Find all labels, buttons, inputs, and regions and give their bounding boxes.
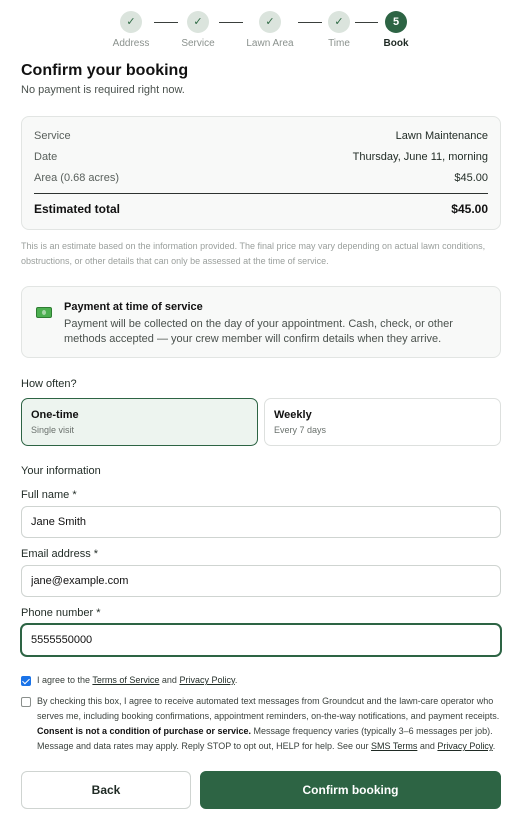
step-label: Lawn Area bbox=[246, 38, 294, 49]
total-value: $45.00 bbox=[451, 202, 488, 216]
progress-stepper: ✓ Address ✓ Service ✓ Lawn Area ✓ Time 5… bbox=[0, 11, 521, 51]
option-subtitle: Single visit bbox=[31, 425, 75, 435]
summary-value: $45.00 bbox=[454, 172, 488, 184]
summary-row: Area (0.68 acres) $45.00 bbox=[34, 172, 488, 184]
email-input[interactable] bbox=[21, 565, 501, 597]
page-title: Confirm your booking bbox=[21, 62, 189, 79]
step-lawn-area[interactable]: ✓ Lawn Area bbox=[235, 11, 305, 49]
sms-text-part: By checking this box, I agree to receive… bbox=[37, 696, 500, 721]
phone-input[interactable] bbox=[21, 624, 501, 656]
step-book: 5 Book bbox=[361, 11, 431, 49]
terms-checkbox[interactable] bbox=[21, 676, 31, 686]
terms-consent-text: I agree to the Terms of Service and Priv… bbox=[37, 673, 507, 688]
sms-consent-checkbox[interactable] bbox=[21, 697, 31, 707]
frequency-label: How often? bbox=[21, 378, 77, 390]
full-name-input[interactable] bbox=[21, 506, 501, 538]
check-icon: ✓ bbox=[120, 11, 142, 33]
summary-row: Date Thursday, June 11, morning bbox=[34, 151, 488, 163]
summary-key: Service bbox=[34, 130, 71, 142]
confirm-booking-button[interactable]: Confirm booking bbox=[200, 771, 501, 809]
privacy-policy-link[interactable]: Privacy Policy bbox=[179, 675, 234, 685]
phone-label: Phone number * bbox=[21, 607, 101, 619]
total-label: Estimated total bbox=[34, 202, 121, 216]
terms-and: and bbox=[159, 675, 180, 685]
step-label: Service bbox=[181, 38, 215, 49]
summary-value: Thursday, June 11, morning bbox=[352, 151, 488, 163]
step-number: 5 bbox=[385, 11, 407, 33]
money-icon bbox=[36, 307, 52, 318]
check-icon: ✓ bbox=[328, 11, 350, 33]
terms-suffix: . bbox=[234, 675, 238, 685]
payment-info-card: Payment at time of service Payment will … bbox=[21, 286, 501, 358]
step-service[interactable]: ✓ Service bbox=[163, 11, 233, 49]
option-title: One-time bbox=[31, 409, 79, 421]
payment-text: Payment will be collected on the day of … bbox=[64, 318, 453, 345]
option-title: Weekly bbox=[274, 409, 312, 421]
summary-key: Date bbox=[34, 151, 58, 163]
sms-suffix: . bbox=[492, 741, 496, 751]
summary-total-row: Estimated total $45.00 bbox=[34, 202, 488, 216]
option-subtitle: Every 7 days bbox=[274, 425, 327, 435]
terms-prefix: I agree to the bbox=[37, 675, 93, 685]
check-icon: ✓ bbox=[187, 11, 209, 33]
step-address[interactable]: ✓ Address bbox=[96, 11, 166, 49]
estimate-disclaimer: This is an estimate based on the informa… bbox=[21, 241, 486, 266]
frequency-option-one-time[interactable]: One-time Single visit bbox=[21, 398, 258, 446]
summary-divider bbox=[34, 193, 488, 194]
back-button[interactable]: Back bbox=[21, 771, 191, 809]
sms-and: and bbox=[417, 741, 438, 751]
terms-of-service-link[interactable]: Terms of Service bbox=[92, 675, 159, 685]
booking-summary-card: Service Lawn Maintenance Date Thursday, … bbox=[21, 116, 501, 230]
full-name-label: Full name * bbox=[21, 489, 77, 501]
check-icon: ✓ bbox=[259, 11, 281, 33]
sms-consent-bold: Consent is not a condition of purchase o… bbox=[37, 726, 252, 736]
summary-key: Area (0.68 acres) bbox=[34, 172, 119, 184]
sms-consent-text: By checking this box, I agree to receive… bbox=[37, 694, 507, 754]
payment-title: Payment at time of service bbox=[64, 301, 203, 313]
summary-value: Lawn Maintenance bbox=[395, 130, 488, 142]
step-label: Address bbox=[112, 38, 150, 49]
email-label: Email address * bbox=[21, 548, 99, 560]
summary-row: Service Lawn Maintenance bbox=[34, 130, 488, 142]
your-information-heading: Your information bbox=[21, 465, 101, 477]
step-label: Book bbox=[383, 38, 409, 49]
sms-terms-link[interactable]: SMS Terms bbox=[371, 741, 417, 751]
page-subtitle: No payment is required right now. bbox=[21, 84, 185, 96]
frequency-option-weekly[interactable]: Weekly Every 7 days bbox=[264, 398, 501, 446]
sms-privacy-policy-link[interactable]: Privacy Policy bbox=[437, 741, 492, 751]
